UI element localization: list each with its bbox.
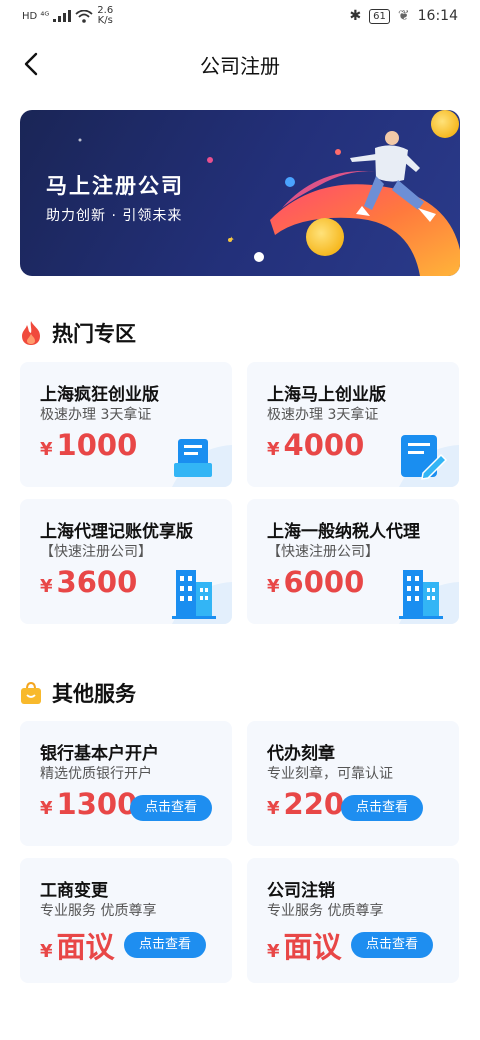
card-price: ¥ 面议 bbox=[267, 924, 342, 966]
card-price: ¥3600 bbox=[40, 565, 137, 599]
banner-title: 马上注册公司 bbox=[46, 174, 184, 198]
card-desc: 【快速注册公司】 bbox=[40, 544, 152, 560]
carousel-indicator[interactable] bbox=[254, 252, 264, 262]
service-card[interactable]: 代办刻章 专业刻章，可靠认证 ¥220 点击查看 bbox=[247, 721, 459, 846]
card-name: 工商变更 bbox=[40, 881, 108, 901]
other-section-header: 其他服务 bbox=[20, 678, 136, 708]
card-desc: 极速办理 3天拿证 bbox=[40, 407, 152, 423]
wifi-icon bbox=[75, 9, 93, 23]
card-name: 代办刻章 bbox=[267, 744, 335, 764]
price-value: 1300 bbox=[56, 787, 138, 821]
currency-symbol: ¥ bbox=[267, 941, 280, 962]
hot-card[interactable]: 上海代理记账优享版 【快速注册公司】 ¥3600 bbox=[20, 499, 232, 624]
card-price: ¥4000 bbox=[267, 428, 364, 462]
currency-symbol: ¥ bbox=[40, 576, 53, 597]
card-price: ¥1000 bbox=[40, 428, 137, 462]
speed-unit: K/s bbox=[97, 15, 113, 26]
view-details-button[interactable]: 点击查看 bbox=[341, 795, 423, 821]
service-card[interactable]: 银行基本户开户 精选优质银行开户 ¥1300 点击查看 bbox=[20, 721, 232, 846]
card-price: ¥1300 bbox=[40, 787, 137, 821]
card-name: 上海代理记账优享版 bbox=[40, 522, 193, 542]
status-bar: HD ⁴ᴳ 2.6 K/s ✱ 61 ❦ 16:14 bbox=[0, 0, 480, 34]
status-left: HD ⁴ᴳ 2.6 K/s bbox=[22, 6, 113, 26]
card-desc: 专业服务 优质尊享 bbox=[40, 903, 157, 919]
status-right: ✱ 61 ❦ 16:14 bbox=[349, 8, 458, 24]
shopping-bag-icon bbox=[21, 681, 41, 704]
leaf-icon: ❦ bbox=[397, 8, 410, 24]
price-value: 1000 bbox=[56, 428, 138, 462]
document-edit-icon bbox=[399, 435, 459, 487]
currency-symbol: ¥ bbox=[40, 798, 53, 819]
card-desc: 精选优质银行开户 bbox=[40, 766, 152, 782]
price-value: 220 bbox=[283, 787, 345, 821]
price-value: 6000 bbox=[283, 565, 365, 599]
card-price: ¥6000 bbox=[267, 565, 364, 599]
service-card[interactable]: 工商变更 专业服务 优质尊享 ¥ 面议 点击查看 bbox=[20, 858, 232, 983]
page-title: 公司注册 bbox=[200, 54, 280, 78]
price-value: 4000 bbox=[283, 428, 365, 462]
view-details-button[interactable]: 点击查看 bbox=[130, 795, 212, 821]
banner-subtitle: 助力创新 · 引领未来 bbox=[46, 208, 183, 224]
card-name: 公司注销 bbox=[267, 881, 335, 901]
hot-section-header: 热门专区 bbox=[20, 318, 136, 348]
other-section-title: 其他服务 bbox=[52, 682, 136, 706]
price-value: 3600 bbox=[56, 565, 138, 599]
signal-icon bbox=[53, 10, 72, 22]
hot-card[interactable]: 上海马上创业版 极速办理 3天拿证 ¥4000 bbox=[247, 362, 459, 487]
status-time: 16:14 bbox=[417, 8, 458, 24]
currency-symbol: ¥ bbox=[267, 576, 280, 597]
price-value: 面议 bbox=[283, 930, 342, 964]
svg-text:✦: ✦ bbox=[228, 235, 235, 244]
card-name: 上海马上创业版 bbox=[267, 385, 386, 405]
hot-section-title: 热门专区 bbox=[52, 322, 136, 346]
network-speed: 2.6 K/s bbox=[97, 6, 113, 26]
card-desc: 专业服务 优质尊享 bbox=[267, 903, 384, 919]
id-card-icon bbox=[172, 439, 232, 487]
service-card[interactable]: 公司注销 专业服务 优质尊享 ¥ 面议 点击查看 bbox=[247, 858, 459, 983]
view-details-button[interactable]: 点击查看 bbox=[351, 932, 433, 958]
card-name: 上海疯狂创业版 bbox=[40, 385, 159, 405]
building-icon bbox=[172, 570, 232, 624]
card-name: 上海一般纳税人代理 bbox=[267, 522, 420, 542]
card-name: 银行基本户开户 bbox=[40, 744, 159, 764]
network-indicator: HD ⁴ᴳ bbox=[22, 10, 50, 22]
card-desc: 【快速注册公司】 bbox=[267, 544, 379, 560]
app-header: 公司注册 bbox=[0, 40, 480, 88]
currency-symbol: ¥ bbox=[40, 941, 53, 962]
currency-symbol: ¥ bbox=[267, 439, 280, 460]
battery-indicator: 61 bbox=[369, 8, 390, 24]
currency-symbol: ¥ bbox=[40, 439, 53, 460]
building-icon bbox=[399, 570, 459, 624]
card-desc: 极速办理 3天拿证 bbox=[267, 407, 379, 423]
bluetooth-icon: ✱ bbox=[349, 8, 362, 24]
hot-card[interactable]: 上海疯狂创业版 极速办理 3天拿证 ¥1000 bbox=[20, 362, 232, 487]
card-price: ¥220 bbox=[267, 787, 344, 821]
card-price: ¥ 面议 bbox=[40, 924, 115, 966]
price-value: 面议 bbox=[56, 930, 115, 964]
currency-symbol: ¥ bbox=[267, 798, 280, 819]
view-details-button[interactable]: 点击查看 bbox=[124, 932, 206, 958]
fire-icon bbox=[22, 321, 40, 345]
promo-banner[interactable]: ✦ 马上注册公司 助力创新 · 引领未来 bbox=[20, 110, 460, 276]
card-desc: 专业刻章，可靠认证 bbox=[267, 766, 393, 782]
hot-card[interactable]: 上海一般纳税人代理 【快速注册公司】 ¥6000 bbox=[247, 499, 459, 624]
